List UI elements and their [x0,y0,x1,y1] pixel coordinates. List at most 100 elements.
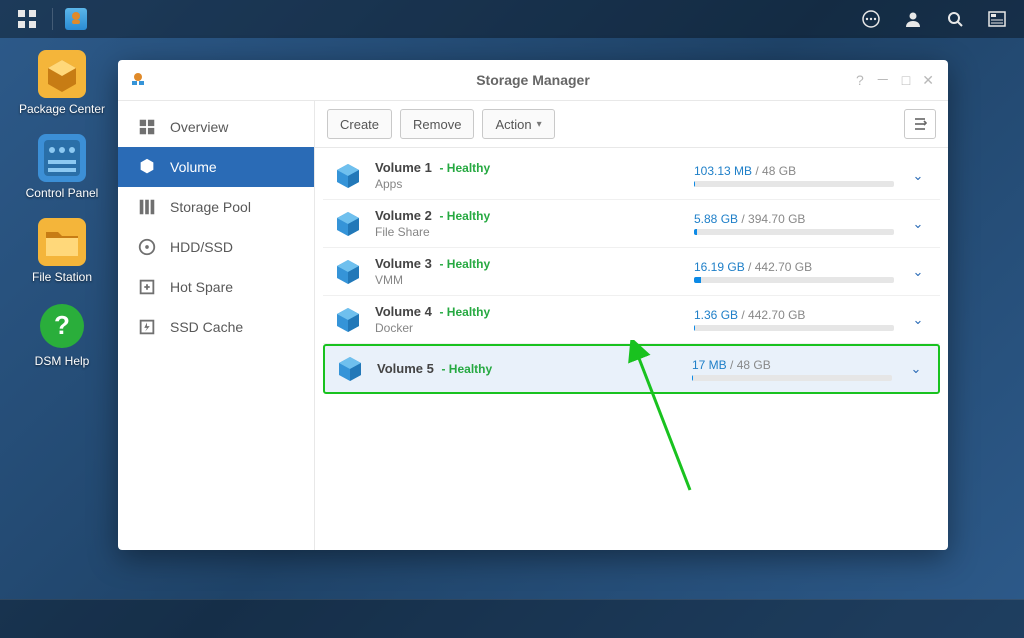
action-dropdown[interactable]: Action▾ [482,109,554,139]
storage-manager-window: Storage Manager ? － □ ✕ Overview Volume St… [118,60,948,550]
desktop-icon-file-station[interactable]: File Station [12,218,112,284]
content-pane: Create Remove Action▾ Volume 1 - Healthy… [315,101,948,550]
app-icon: ? [38,302,86,350]
volume-row[interactable]: Volume 4 - Healthy Docker 1.36 GB / 442.… [323,296,940,344]
volume-subtitle: File Share [375,225,682,239]
volume-info: Volume 2 - Healthy File Share [375,208,682,239]
volume-total: / 442.70 GB [741,308,805,322]
volume-usage: 5.88 GB / 394.70 GB [694,212,894,235]
toolbar: Create Remove Action▾ [315,101,948,148]
volume-name: Volume 5 [377,361,434,376]
volume-icon [333,257,363,287]
sidebar-item-volume[interactable]: Volume [118,147,314,187]
ssdcache-icon [136,316,158,338]
sidebar-item-hdd-ssd[interactable]: HDD/SSD [118,227,314,267]
desktop-icon-control-panel[interactable]: Control Panel [12,134,112,200]
sidebar-item-label: Storage Pool [170,199,251,215]
volume-icon [333,209,363,239]
volume-info: Volume 3 - Healthy VMM [375,256,682,287]
app-icon [38,218,86,266]
notification-icon[interactable] [852,0,890,38]
usage-bar [694,229,894,235]
volume-name: Volume 1 [375,160,432,175]
volume-usage: 16.19 GB / 442.70 GB [694,260,894,283]
sidebar-item-label: Overview [170,119,228,135]
storage-pool-icon [136,196,158,218]
search-icon[interactable] [936,0,974,38]
usage-bar [694,181,894,187]
chevron-down-icon[interactable]: ⌄ [906,168,930,184]
chevron-down-icon[interactable]: ⌄ [904,361,928,377]
volume-status: - Healthy [439,161,490,175]
volume-used: 17 MB [692,358,727,372]
volume-used: 103.13 MB [694,164,752,178]
volume-info: Volume 4 - Healthy Docker [375,304,682,335]
volume-total: / 394.70 GB [741,212,805,226]
chevron-down-icon[interactable]: ⌄ [906,216,930,232]
sidebar-item-label: Hot Spare [170,279,233,295]
volume-info: Volume 5 - Healthy [377,361,680,378]
volume-row[interactable]: Volume 1 - Healthy Apps 103.13 MB / 48 G… [323,152,940,200]
volume-usage: 17 MB / 48 GB [692,358,892,381]
volume-icon [136,156,158,178]
desktop-icon-label: Control Panel [12,186,112,200]
desktop-icon-label: File Station [12,270,112,284]
volume-icon [333,305,363,335]
window-title: Storage Manager [118,72,948,88]
volume-usage: 103.13 MB / 48 GB [694,164,894,187]
volume-row[interactable]: Volume 5 - Healthy 17 MB / 48 GB ⌄ [323,344,940,394]
volume-used: 1.36 GB [694,308,738,322]
volume-total: / 48 GB [730,358,771,372]
desktop-icons: Package Center Control Panel File Station?… [12,50,112,386]
sidebar-item-storage-pool[interactable]: Storage Pool [118,187,314,227]
taskbar [0,0,1024,38]
desktop-icon-label: DSM Help [12,354,112,368]
desktop-icon-label: Package Center [12,102,112,116]
remove-button[interactable]: Remove [400,109,474,139]
sidebar: Overview Volume Storage Pool HDD/SSD Hot Spa… [118,101,315,550]
window-titlebar[interactable]: Storage Manager ? － □ ✕ [118,60,948,101]
sidebar-item-overview[interactable]: Overview [118,107,314,147]
volume-list: Volume 1 - Healthy Apps 103.13 MB / 48 G… [315,148,948,550]
volume-name: Volume 2 [375,208,432,223]
taskbar-separator [52,8,53,30]
volume-row[interactable]: Volume 2 - Healthy File Share 5.88 GB / … [323,200,940,248]
volume-status: - Healthy [439,209,490,223]
chevron-down-icon[interactable]: ⌄ [906,312,930,328]
sidebar-item-label: SSD Cache [170,319,243,335]
app-icon [38,50,86,98]
volume-status: - Healthy [441,362,492,376]
usage-bar [694,325,894,331]
volume-total: / 48 GB [755,164,796,178]
sidebar-item-label: HDD/SSD [170,239,233,255]
taskbar-app-storage-manager[interactable] [59,0,93,38]
hdd-icon [136,236,158,258]
usage-bar [694,277,894,283]
create-button[interactable]: Create [327,109,392,139]
overview-icon [136,116,158,138]
volume-icon [335,354,365,384]
volume-usage: 1.36 GB / 442.70 GB [694,308,894,331]
sidebar-item-hot-spare[interactable]: Hot Spare [118,267,314,307]
volume-total: / 442.70 GB [748,260,812,274]
sidebar-item-label: Volume [170,159,217,175]
desktop-icon-package-center[interactable]: Package Center [12,50,112,116]
volume-row[interactable]: Volume 3 - Healthy VMM 16.19 GB / 442.70… [323,248,940,296]
volume-info: Volume 1 - Healthy Apps [375,160,682,191]
volume-subtitle: Apps [375,177,682,191]
volume-used: 5.88 GB [694,212,738,226]
widgets-icon[interactable] [978,0,1016,38]
bottom-bar [0,599,1024,638]
volume-name: Volume 3 [375,256,432,271]
sidebar-item-ssd-cache[interactable]: SSD Cache [118,307,314,347]
volume-icon [333,161,363,191]
show-desktop-button[interactable] [8,0,46,38]
volume-status: - Healthy [439,305,490,319]
chevron-down-icon[interactable]: ⌄ [906,264,930,280]
settings-icon-button[interactable] [904,109,936,139]
volume-status: - Healthy [439,257,490,271]
user-icon[interactable] [894,0,932,38]
desktop-icon-dsm-help[interactable]: ? DSM Help [12,302,112,368]
app-icon [38,134,86,182]
volume-subtitle: VMM [375,273,682,287]
